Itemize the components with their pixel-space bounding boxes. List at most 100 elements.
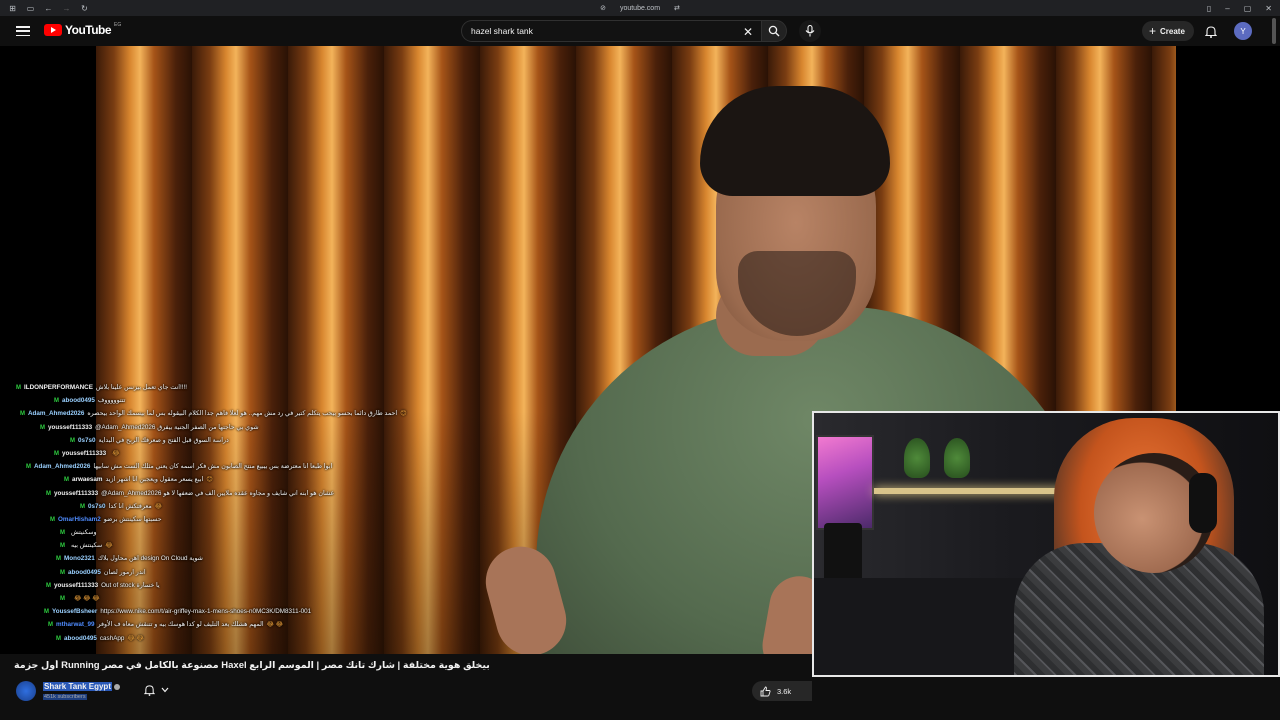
member-badge-icon: M [16,385,21,391]
search-icon [768,25,780,37]
minimize-icon[interactable]: – [1225,4,1229,13]
chat-message: Myoussef111333 @Adam_Ahmed2026 عشان هو اب… [16,490,416,503]
member-badge-icon: M [46,490,51,497]
chat-username[interactable]: ILDONPERFORMANCE [24,384,93,391]
window-menu-icon[interactable]: ⊞ [8,4,17,13]
chat-message: M وسكنيتش [16,529,416,542]
chat-username[interactable]: abood0495 [62,397,95,404]
url-text: youtube.com [619,4,661,12]
search-button[interactable] [761,20,787,42]
reload-icon[interactable]: ↻ [80,4,89,13]
chat-emoji: 😂 [154,502,163,510]
chat-username[interactable]: 0s7s0 [88,503,106,510]
link-icon: ⊘ [600,5,606,12]
maximize-icon[interactable]: ▢ [1244,4,1252,13]
channel-name[interactable]: Shark Tank Egypt [43,682,112,691]
like-count: 3.6k [777,686,792,696]
channel-avatar[interactable] [16,681,36,701]
account-avatar[interactable]: Y [1234,22,1252,40]
member-badge-icon: M [44,609,49,616]
chat-emoji: 😂 [105,542,113,550]
chat-username[interactable]: abood0495 [68,569,101,576]
member-badge-icon: M [80,503,85,510]
hamburger-menu-icon[interactable] [16,24,30,38]
presenter-hair [700,86,890,196]
chat-text: ابوا طبعا انا معترضة بس بيبيع منتج الصاب… [93,463,333,471]
clear-search-icon[interactable]: ✕ [743,25,753,39]
notifications-button[interactable] [1203,23,1219,39]
verified-badge-icon [114,684,120,690]
sidebar-toggle-icon[interactable]: ▭ [26,4,35,13]
chat-message: Myoussef111333 Out of stock يا خسارة [16,582,416,595]
member-badge-icon: M [50,516,55,523]
create-button[interactable]: + Create [1142,21,1194,41]
chat-username[interactable]: youssef111333 [62,450,106,457]
play-logo-icon [44,24,62,36]
chat-text: @Adam_Ahmed2026 شوي بي حاجتها من الصفر ا… [95,423,259,431]
chat-username[interactable]: youssef111333 [48,424,92,431]
chat-message: Mabood0495 cashApp 😂 😂 [16,635,416,648]
chat-username[interactable]: mtharwat_99 [56,621,95,628]
youtube-header: YouTube EG hazel shark tank ✕ + Create Y [0,16,1280,46]
member-badge-icon: M [54,398,59,405]
microphone-icon [805,25,815,37]
address-bar[interactable]: ⊘ youtube.com ⇄ [560,4,720,13]
chat-text: سكينتش بيه [71,542,103,550]
search-input[interactable]: hazel shark tank ✕ [461,20,761,42]
chat-emoji: 😂 [112,449,120,457]
chat-text: معرفتكش انا كدا [108,502,152,510]
member-badge-icon: M [60,543,65,550]
member-badge-icon: M [54,450,59,457]
member-badge-icon: M [60,569,65,576]
chat-username[interactable]: abood0495 [64,635,97,642]
thumbs-up-icon [760,686,771,696]
like-button[interactable]: 3.6k [752,681,812,701]
chat-text: https://www.nike.com/t/air-griffey-max-1… [100,608,312,616]
chat-emoji: 😂 😂 [127,634,144,642]
webcam-plant [944,438,970,478]
chat-message: Mabood0495 اندر ارمور لصان [16,569,416,582]
chat-emoji: 😊 [400,410,407,418]
member-badge-icon: M [26,464,31,471]
chat-message: Marwaesam ابيع يسعر معقول ويعجبن انا اشهر… [16,476,416,489]
webcam-monitor [816,435,874,530]
chat-username[interactable]: youssef111333 [54,582,98,589]
chat-username[interactable]: 0s7s0 [78,437,96,444]
youtube-logo[interactable]: YouTube EG [44,22,121,37]
chat-message: M OmarHisham2 حسبتها سكينتش برضو [16,516,416,529]
page-scrollbar[interactable] [1272,18,1276,44]
chat-username[interactable]: Adam_Ahmed2026 [28,410,84,417]
video-info-bar: بيخلق هوية مختلفة | شارك تانك مصر | المو… [0,654,812,720]
chat-message: M 😂 😂 😂 [16,595,416,608]
create-label: Create [1160,26,1185,36]
settings-sliders-icon[interactable]: ⇄ [674,4,680,12]
subscriber-count: 451k subscribers [43,694,87,700]
subscription-notification-button[interactable] [136,681,176,699]
chat-text: احمد طارق دائما بحسو بيحب يتكلم كتير في … [87,410,398,418]
live-chat-overlay: M ILDONPERFORMANCE انت جاي تعمل بيزنس علين… [16,384,416,648]
webcam-headset [1189,473,1217,533]
chat-username[interactable]: YoussefBsheer [52,608,97,615]
member-badge-icon: M [56,556,61,563]
split-view-icon[interactable]: ▯ [1207,4,1211,13]
bell-icon [143,685,155,696]
chat-text: حسبتها سكينتش برضو [103,515,162,523]
chat-username[interactable]: arwaesam [72,476,102,483]
close-window-icon[interactable]: ✕ [1265,4,1272,13]
chat-username[interactable]: youssef111333 [54,490,98,497]
chat-message: M Mono2321 اهن محاول بلاك design On Cloud … [16,555,416,568]
voice-search-button[interactable] [799,20,821,42]
chat-emoji: 😊 [206,476,213,484]
chat-message: M سكينتش بيه 😂 [16,542,416,555]
chat-username[interactable]: OmarHisham2 [58,516,101,523]
chat-username[interactable]: Adam_Ahmed2026 [34,463,90,470]
video-title: بيخلق هوية مختلفة | شارك تانك مصر | المو… [14,660,490,671]
member-badge-icon: M [40,424,45,431]
chat-emoji: 😂 😂 😂 [74,595,100,602]
webcam-plant [904,438,930,478]
chat-username[interactable]: Mono2321 [64,555,95,562]
member-badge-icon: M [46,582,51,589]
back-icon[interactable]: ← [44,4,53,13]
forward-icon[interactable]: → [62,4,71,13]
member-badge-icon: M [20,411,25,418]
